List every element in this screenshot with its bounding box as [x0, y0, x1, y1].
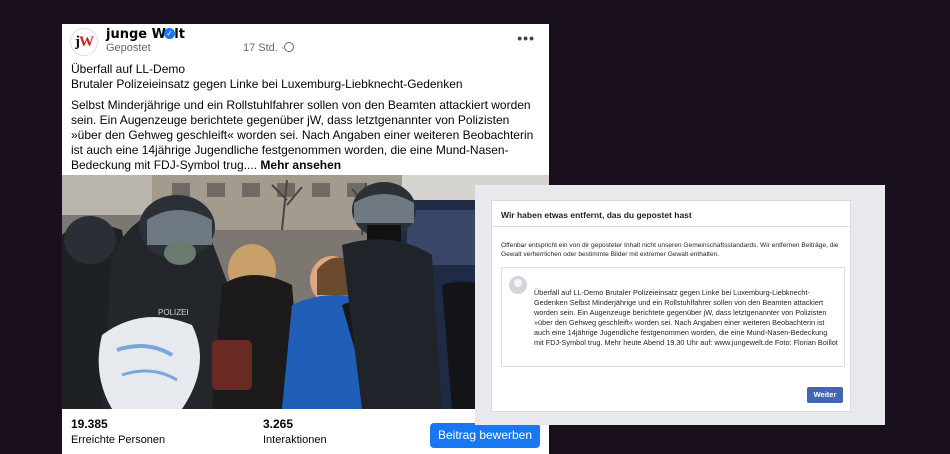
avatar-letter-w: W	[79, 33, 94, 50]
more-options-icon[interactable]: •••	[517, 30, 535, 46]
removed-post-text: Überfall auf LL-Demo Brutaler Polizeiein…	[534, 288, 838, 347]
post-title: Überfall auf LL-Demo Brutaler Polizeiein…	[71, 62, 541, 92]
interactions-value: 3.265	[263, 417, 294, 431]
divider	[492, 226, 850, 227]
content-removed-dialog: Wir haben etwas entfernt, das du geposte…	[491, 200, 851, 412]
post-title-line-2: Brutaler Polizeieinsatz gegen Linke bei …	[71, 77, 463, 91]
page-avatar[interactable]: jW	[70, 28, 98, 56]
photo-sign-text: POLIZEI	[158, 308, 189, 317]
continue-button[interactable]: Weiter	[807, 387, 843, 403]
verified-badge-icon: ✓	[164, 28, 175, 39]
see-more-link[interactable]: Mehr ansehen	[260, 158, 341, 172]
posted-label: Gepostet	[106, 42, 151, 54]
post-body: Selbst Minderjährige und ein Rollstuhlfa…	[71, 98, 543, 173]
user-avatar-icon	[509, 276, 527, 294]
removed-post-preview: Überfall auf LL-Demo Brutaler Polizeiein…	[501, 267, 845, 367]
interactions-label: Interaktionen	[263, 434, 327, 446]
post-title-line-1: Überfall auf LL-Demo	[71, 62, 186, 76]
dialog-description: Offenbar entspricht ein von dir gepostet…	[501, 242, 839, 258]
post-timestamp[interactable]: 17 Std. ·	[243, 42, 285, 54]
reach-label: Erreichte Personen	[71, 434, 166, 446]
boost-post-button[interactable]: Beitrag bewerben	[430, 423, 540, 448]
dialog-title: Wir haben etwas entfernt, das du geposte…	[501, 210, 692, 220]
reach-value: 19.385	[71, 417, 108, 431]
globe-icon	[284, 42, 294, 52]
post-header: jW junge Welt ✓ Gepostet 17 Std. · •••	[62, 24, 549, 60]
